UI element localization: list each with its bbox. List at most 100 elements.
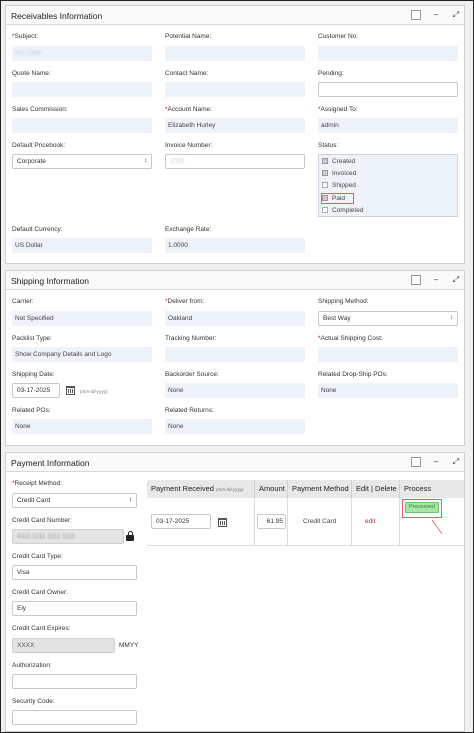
subject-label: *Subject:	[12, 33, 39, 40]
checkbox-icon	[322, 170, 328, 176]
panel-minimize-button[interactable]: –	[431, 457, 441, 467]
cc-expires-format: MMYY	[119, 642, 139, 649]
backorder-label: Backorder Source:	[165, 371, 219, 378]
table-cell-method: Credit Card	[288, 498, 352, 546]
panel-restore-button[interactable]	[411, 457, 421, 467]
deliver-label: *Deliver from:	[165, 298, 205, 305]
method-select[interactable]: Best Way ↕	[318, 311, 458, 326]
status-option-invoiced[interactable]: Invoiced	[322, 170, 356, 177]
quote-label: Quote Name:	[12, 70, 51, 77]
commission-field[interactable]	[12, 118, 152, 133]
shipping-title: Shipping Information	[11, 276, 89, 286]
cc-owner-label: Credit Card Owner:	[12, 589, 68, 596]
account-field[interactable]: Elizabeth Hurley	[165, 118, 305, 133]
panel-restore-button[interactable]	[411, 275, 421, 285]
currency-label: Default Currency:	[12, 226, 63, 233]
carrier-field[interactable]: Not Specified	[12, 311, 152, 326]
cc-number-label: Credit Card Number:	[12, 517, 72, 524]
table-cell-edit: edit	[352, 498, 400, 546]
arrow-annotation-icon	[431, 519, 443, 535]
cc-owner-input[interactable]: Ely	[12, 601, 137, 616]
edit-link[interactable]: edit	[365, 518, 375, 525]
paid-highlight	[321, 193, 354, 204]
panel-maximize-button[interactable]: ⤢	[451, 457, 461, 467]
contact-field[interactable]	[165, 82, 305, 97]
status-option-completed[interactable]: Completed	[322, 207, 363, 214]
checkbox-icon	[322, 182, 328, 188]
tracking-field[interactable]	[165, 347, 305, 362]
pricebook-select[interactable]: Corporate ↕	[12, 154, 152, 169]
page: Receivables Information – ⤢ *Subject: PO…	[0, 0, 474, 733]
dropship-label: Related Drop-Ship POs:	[318, 371, 388, 378]
cc-expires-field[interactable]: XXXX	[12, 638, 115, 653]
lock-icon	[126, 531, 134, 541]
security-label: Security Code:	[12, 698, 55, 705]
backorder-field[interactable]: None	[165, 383, 305, 398]
exchange-field[interactable]: 1.0000	[165, 238, 305, 253]
chevron-updown-icon: ↕	[450, 315, 453, 321]
cc-type-input[interactable]: Visa	[12, 565, 137, 580]
authorization-input[interactable]	[12, 674, 137, 689]
payment-method-value: Credit Card	[303, 518, 337, 525]
pricebook-label: Default Pricebook:	[12, 142, 66, 149]
shipping-header: Shipping Information – ⤢	[6, 271, 464, 290]
shipping-panel: Shipping Information – ⤢ Carrier: Not Sp…	[5, 270, 465, 446]
calendar-icon[interactable]	[66, 386, 75, 395]
receivables-panel: Receivables Information – ⤢ *Subject: PO…	[5, 5, 465, 264]
deliver-field[interactable]: Oakland	[165, 311, 305, 326]
assigned-field[interactable]: admin	[318, 118, 458, 133]
col-payment-method: Payment Method	[288, 480, 352, 498]
ship-date-label: Shipping Date:	[12, 371, 55, 378]
customer-no-label: Customer No:	[318, 33, 359, 40]
security-input[interactable]	[12, 710, 137, 725]
chevron-updown-icon: ↕	[144, 158, 147, 164]
related-pos-field[interactable]: None	[12, 419, 152, 434]
payment-amount-input[interactable]: 61.95	[257, 514, 286, 529]
receipt-select[interactable]: Credit Card ↕	[12, 493, 137, 508]
invoice-label: Invoice Number:	[165, 142, 213, 149]
status-option-shipped[interactable]: Shipped	[322, 182, 356, 189]
actual-cost-field[interactable]	[318, 347, 458, 362]
ship-date-input[interactable]: 03-17-2025	[12, 383, 60, 398]
col-edit-delete: Edit | Delete	[352, 480, 400, 498]
ship-date-hint: (mm-dd-yyyy)	[80, 389, 108, 394]
processed-button[interactable]: Processed	[405, 502, 439, 513]
table-cell-process: Processed	[400, 498, 464, 546]
cc-expires-label: Credit Card Expires:	[12, 625, 71, 632]
panel-maximize-button[interactable]: ⤢	[451, 10, 461, 20]
packlist-field[interactable]: Show Company Details and Logo	[12, 347, 152, 362]
pending-input[interactable]	[318, 82, 458, 97]
currency-field[interactable]: US Dollar	[12, 238, 152, 253]
chevron-updown-icon: ↕	[129, 497, 132, 503]
method-label: Shipping Method:	[318, 298, 369, 305]
calendar-icon[interactable]	[218, 518, 227, 527]
panel-maximize-button[interactable]: ⤢	[451, 275, 461, 285]
subject-field[interactable]: PO-1089	[12, 46, 152, 61]
quote-field[interactable]	[12, 82, 152, 97]
invoice-input[interactable]: 1053	[165, 154, 305, 169]
receipt-label: *Receipt Method:	[12, 480, 62, 487]
related-pos-label: Related POs:	[12, 407, 51, 414]
tracking-label: Tracking Number:	[165, 335, 217, 342]
payment-header: Payment Information – ⤢	[6, 453, 464, 472]
panel-restore-button[interactable]	[411, 10, 421, 20]
status-list[interactable]: Created Invoiced Shipped Paid Completed	[318, 154, 458, 217]
cc-number-field[interactable]: 4111 1111 1111 1111	[12, 529, 124, 544]
col-process: Process	[400, 480, 464, 498]
receivables-title: Receivables Information	[11, 11, 103, 21]
dropship-field[interactable]: None	[318, 383, 458, 398]
checkbox-icon	[322, 207, 328, 213]
table-row: 03-17-2025	[147, 498, 255, 546]
status-option-created[interactable]: Created	[322, 158, 355, 165]
payment-date-input[interactable]: 03-17-2025	[151, 514, 211, 529]
exchange-label: Exchange Rate:	[165, 226, 212, 233]
pending-label: Pending:	[318, 70, 344, 77]
customer-no-field[interactable]	[318, 46, 458, 61]
cc-type-label: Credit Card Type:	[12, 553, 63, 560]
returns-label: Related Returns:	[165, 407, 214, 414]
returns-field[interactable]: None	[165, 419, 305, 434]
potential-label: Potential Name:	[165, 33, 212, 40]
potential-field[interactable]	[165, 46, 305, 61]
panel-minimize-button[interactable]: –	[431, 275, 441, 285]
panel-minimize-button[interactable]: –	[431, 10, 441, 20]
